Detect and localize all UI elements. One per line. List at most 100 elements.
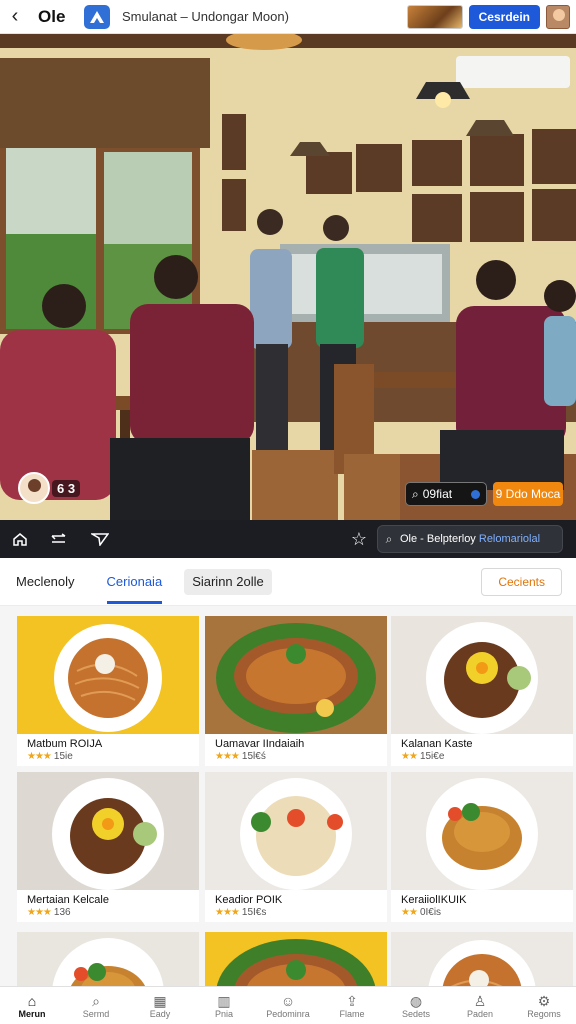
dish-image [205,772,387,890]
review-count: 15ie [53,751,73,762]
home-icon[interactable] [0,520,40,558]
search-text: Ole - Belpterloy [400,533,476,545]
calendar-icon: ▦ [153,992,167,1009]
dish-image [205,616,387,734]
search-highlight: Relomariolal [478,533,541,545]
review-count: 15I€s [241,907,267,918]
status-dot-icon [471,489,480,499]
avatar[interactable] [546,4,570,29]
nav-label: Flame [339,1008,365,1019]
preview-thumbnail[interactable] [406,4,463,29]
dish-name: Kalanan Kaste [401,738,473,750]
cecients-button[interactable]: Cecients [481,567,562,596]
review-count: 136 [53,907,71,918]
star-icon[interactable]: ☆ [341,529,377,550]
tab-meclenoly[interactable]: Meclenoly [0,558,91,606]
page-title: Smulanat – Undongar Moon) [122,9,289,24]
dish-card[interactable]: Matbum ROIJA ★★★ 15ie [17,616,199,766]
dish-card[interactable] [391,932,573,986]
nav-item-pnia[interactable]: ▥ Pnia [192,987,256,1024]
action-strip: ☆ ⌕ Ole - Belpterloy Relomariolal [0,520,576,558]
dish-image [17,616,199,734]
top-bar: ‹ Ole Smulanat – Undongar Moon) Cesrdein [0,0,576,34]
home-icon: ⌂ [27,992,37,1009]
search-icon: ⌕ [92,992,100,1009]
dish-rating: ★★★ 15ie [17,750,199,762]
nav-label: Eady [149,1008,171,1019]
hero-pill-label: 09fiat [422,487,453,501]
review-count: 0I€is [419,907,442,918]
dish-card[interactable]: Keadior POIK ★★★ 15I€s [205,772,387,922]
dish-name: Matbum ROIJA [27,738,103,750]
nav-label: Regoms [527,1008,561,1019]
logo-icon[interactable] [84,4,110,29]
nav-item-eady[interactable]: ▦ Eady [128,987,192,1024]
smile-icon: ☺ [280,992,296,1009]
tab-cerionaia[interactable]: Cerionaia [91,558,179,606]
hero-search-pill[interactable]: ⌕ 09fiat [405,482,487,506]
nav-label: Sedets [401,1008,431,1019]
dish-grid: Matbum ROIJA ★★★ 15ie Uamavar IIndaiaih ★★★ 1… [0,606,576,986]
dish-card[interactable] [205,932,387,986]
nav-label: Pnia [214,1008,233,1019]
dish-image [391,932,573,986]
dish-rating: ★★★ 15I€s [205,906,387,918]
search-icon: ⌕ [385,531,393,546]
dish-rating: ★★ 0I€is [391,906,573,918]
nav-item-flame[interactable]: ⇪ Flame [320,987,384,1024]
avatar-count: 6 3 [52,480,81,497]
nav-label: Pedominra [266,1008,310,1019]
hero-cta-button[interactable]: 9 Ddo Moca [493,482,563,506]
user-gear-icon: ⚙ [537,992,551,1009]
rating-stars: ★★ [401,751,418,762]
tab-siarinn[interactable]: Siarinn 2olle [184,568,272,595]
send-icon[interactable] [80,520,120,558]
nav-label: Paden [466,1008,494,1019]
nav-label: Merun [18,1008,46,1019]
dish-card[interactable]: Uamavar IIndaiaih ★★★ 15l€ś [205,616,387,766]
review-count: 15i€e [419,751,445,762]
nav-item-sedets[interactable]: ◍ Sedets [384,987,448,1024]
rating-stars: ★★★ [27,751,52,762]
dish-name: KeraiiolIKUIK [401,894,467,906]
nav-item-sermd[interactable]: ⌕ Sermd [64,987,128,1024]
chevron-left-icon[interactable]: ‹ [0,0,30,34]
dish-rating: ★★★ 15l€ś [205,750,387,762]
dish-rating: ★★★ 136 [17,906,199,918]
bottom-nav: ⌂ Merun ⌕ Sermd ▦ Eady ▥ Pnia ☺ Pedominra ⇪ Flame ◍ S… [0,986,576,1024]
dish-name: Mertaian Kelcale [27,894,109,906]
nav-item-paden[interactable]: ♙ Paden [448,987,512,1024]
dish-rating: ★★ 15i€e [391,750,573,762]
dish-card[interactable]: KeraiiolIKUIK ★★ 0I€is [391,772,573,922]
nav-item-pedominra[interactable]: ☺ Pedominra [256,987,320,1024]
dish-image [391,616,573,734]
dish-image [17,772,199,890]
nav-item-regoms[interactable]: ⚙ Regoms [512,987,576,1024]
dish-name: Uamavar IIndaiaih [215,738,305,750]
dish-card[interactable]: Mertaian Kelcale ★★★ 136 [17,772,199,922]
category-tabs: Meclenoly Cerionaia Siarinn 2olle Cecien… [0,558,576,606]
user-icon: ♙ [473,992,487,1009]
dish-image [391,772,573,890]
arrow-right-icon[interactable] [40,520,80,558]
rating-stars: ★★★ [215,751,240,762]
review-count: 15l€ś [241,751,266,762]
app-root: ‹ Ole Smulanat – Undongar Moon) Cesrdein [0,0,576,1024]
upload-icon: ⇪ [346,992,358,1009]
globe-icon: ◍ [409,992,423,1009]
nav-item-merun[interactable]: ⌂ Merun [0,987,64,1024]
rating-stars: ★★ [401,907,418,918]
dish-image [205,932,387,986]
restaurant-scene [0,34,576,520]
dish-image [17,932,199,986]
building-icon: ▥ [217,992,231,1009]
rating-stars: ★★★ [215,907,240,918]
dish-card[interactable]: Kalanan Kaste ★★ 15i€e [391,616,573,766]
host-avatar[interactable] [18,472,50,504]
nav-label: Sermd [82,1008,110,1019]
dish-card[interactable] [17,932,199,986]
header-cta-button[interactable]: Cesrdein [468,4,540,29]
app-name: Ole [38,6,66,26]
dish-name: Keadior POIK [215,894,283,906]
strip-search-input[interactable]: ⌕ Ole - Belpterloy Relomariolal [377,525,563,553]
